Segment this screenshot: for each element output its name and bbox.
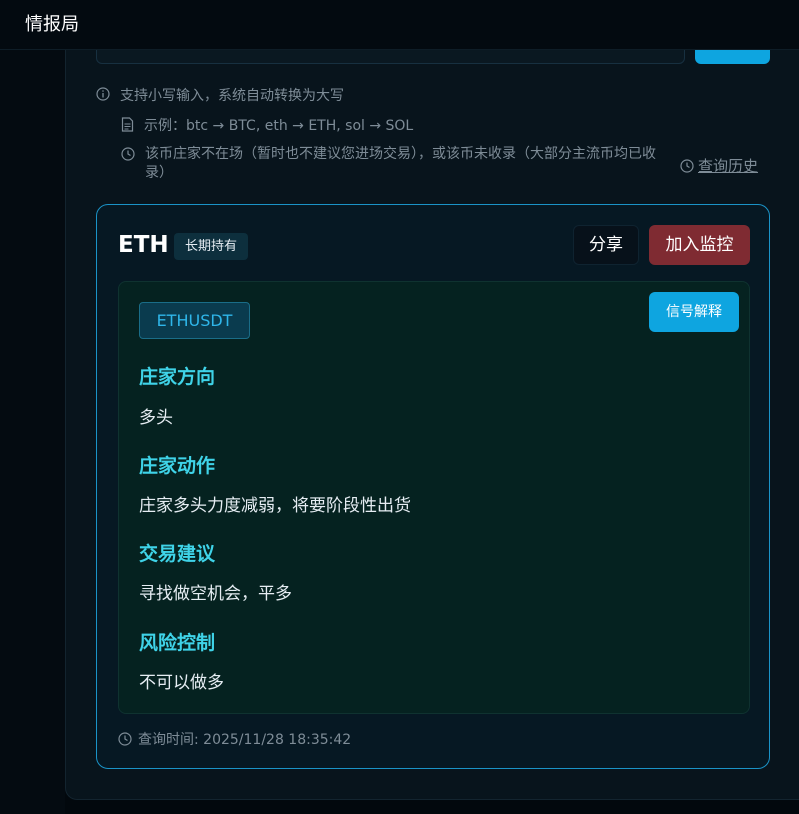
hint-example: 示例：btc → BTC, eth → ETH, sol → SOL — [121, 115, 413, 135]
history-clock-icon — [680, 158, 694, 173]
hint-absent: 该币庄家不在场（暂时也不建议您进场交易），或该币未收录（大部分主流币均已收录） — [121, 145, 676, 183]
section-value-direction: 多头 — [139, 408, 173, 428]
left-sidebar — [0, 50, 65, 814]
hint-lowercase: 支持小写输入，系统自动转换为大写 — [96, 85, 344, 105]
query-history-label[interactable]: 查询历史 — [698, 155, 758, 176]
section-title-direction: 庄家方向 — [139, 366, 216, 388]
result-card: ETH 长期持有 分享 加入监控 ETHUSDT 信号解释 庄家方向 多头 庄家… — [96, 204, 770, 769]
section-title-advice: 交易建议 — [139, 543, 216, 565]
query-time-text: 查询时间: 2025/11/28 18:35:42 — [138, 732, 352, 748]
section-value-risk: 不可以做多 — [139, 673, 224, 693]
hint-example-text: 示例：btc → BTC, eth → ETH, sol → SOL — [144, 118, 414, 134]
clock-icon — [121, 147, 135, 161]
top-bar: 情报局 — [0, 0, 799, 50]
info-icon — [96, 87, 110, 101]
holding-tag: 长期持有 — [174, 233, 249, 260]
query-history-link[interactable]: 查询历史 — [680, 155, 758, 176]
document-icon — [121, 117, 134, 132]
coin-symbol: ETH — [118, 232, 169, 258]
signal-explain-button[interactable]: 信号解释 — [649, 292, 739, 332]
section-title-action: 庄家动作 — [139, 455, 216, 477]
hint-absent-text: 该币庄家不在场（暂时也不建议您进场交易），或该币未收录（大部分主流币均已收录） — [145, 146, 656, 181]
trading-pair-badge: ETHUSDT — [139, 302, 250, 339]
app-title: 情报局 — [25, 14, 79, 35]
query-time: 查询时间: 2025/11/28 18:35:42 — [118, 729, 351, 749]
section-value-advice: 寻找做空机会，平多 — [139, 584, 292, 604]
section-title-risk: 风险控制 — [139, 632, 216, 654]
add-monitor-button[interactable]: 加入监控 — [649, 225, 750, 265]
section-value-action: 庄家多头力度减弱，将要阶段性出货 — [139, 496, 411, 516]
time-clock-icon — [118, 732, 132, 746]
signal-panel: ETHUSDT 信号解释 庄家方向 多头 庄家动作 庄家多头力度减弱，将要阶段性… — [118, 281, 750, 714]
hint-lowercase-text: 支持小写输入，系统自动转换为大写 — [120, 88, 344, 104]
share-button[interactable]: 分享 — [573, 225, 639, 265]
